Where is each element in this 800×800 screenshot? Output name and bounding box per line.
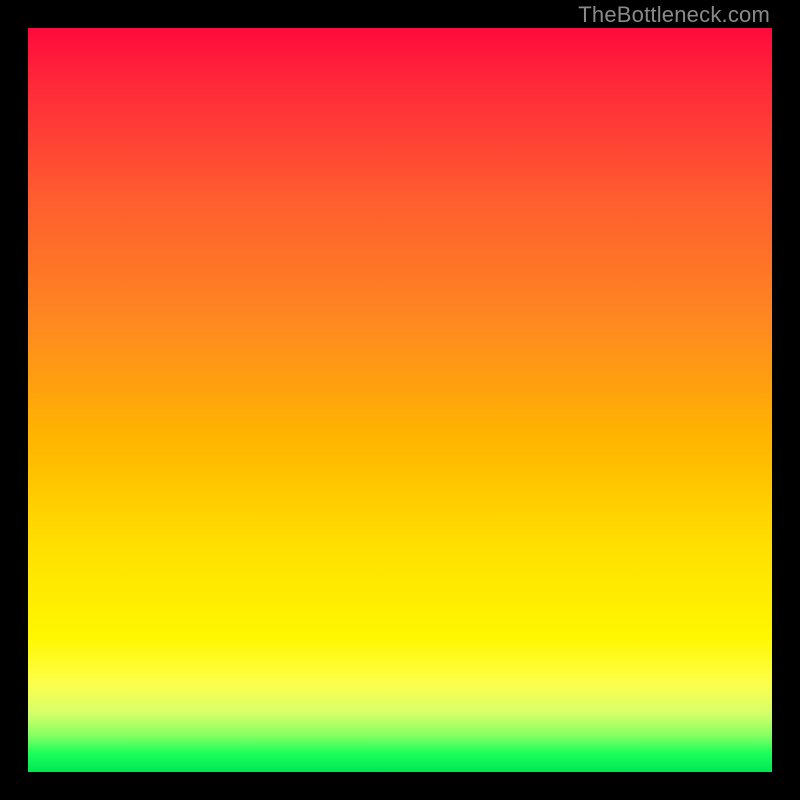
plot-area xyxy=(28,28,772,772)
background-gradient xyxy=(28,28,772,772)
chart-frame: TheBottleneck.com xyxy=(0,0,800,800)
watermark-text: TheBottleneck.com xyxy=(578,2,770,28)
